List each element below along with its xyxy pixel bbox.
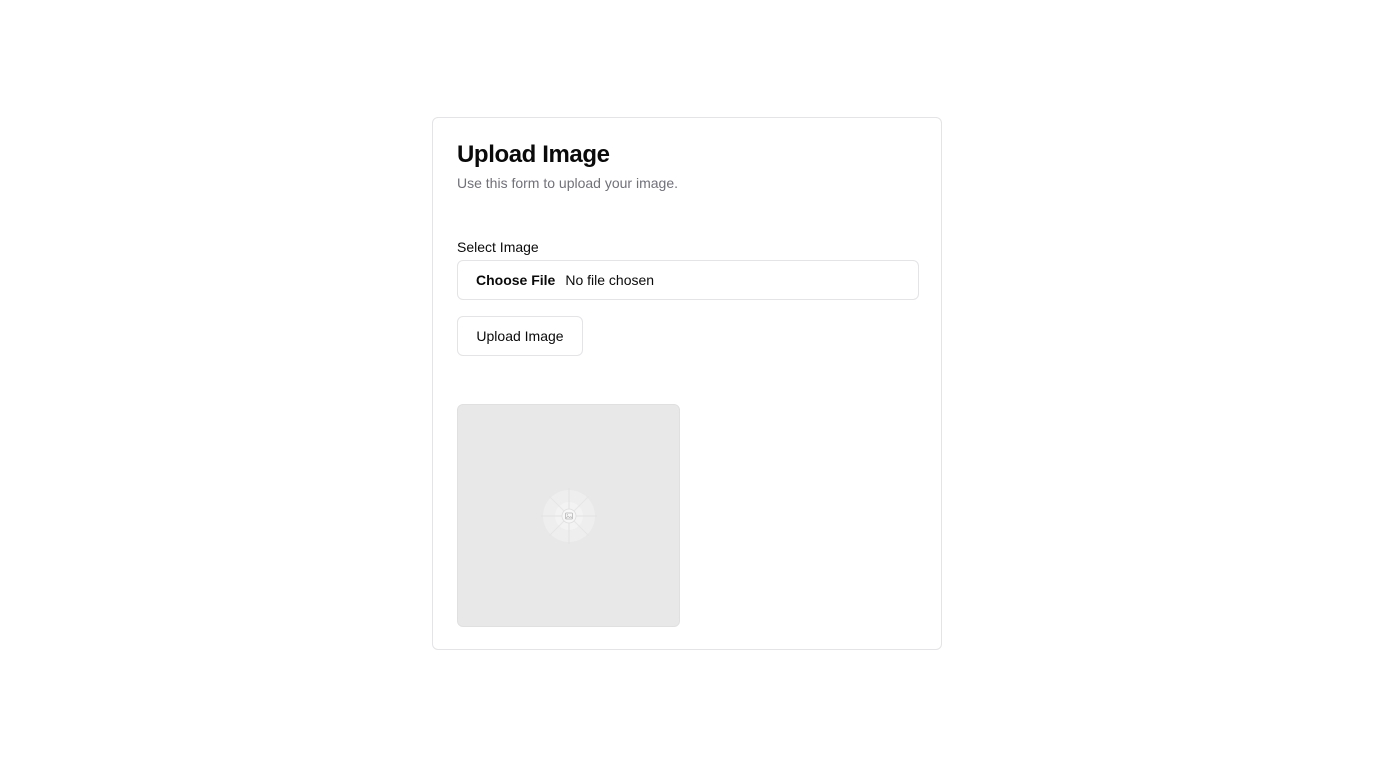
card-description: Use this form to upload your image. (457, 175, 678, 191)
file-status-text: No file chosen (565, 272, 655, 288)
card-title: Upload Image (457, 141, 610, 168)
upload-image-button[interactable]: Upload Image (457, 316, 583, 356)
choose-file-button[interactable]: Choose File (476, 272, 555, 288)
file-input[interactable]: Choose File No file chosen (457, 260, 919, 300)
image-placeholder-icon (540, 487, 597, 544)
image-preview (457, 404, 680, 627)
select-image-label: Select Image (457, 239, 539, 255)
upload-card: Upload Image Use this form to upload you… (432, 117, 942, 650)
